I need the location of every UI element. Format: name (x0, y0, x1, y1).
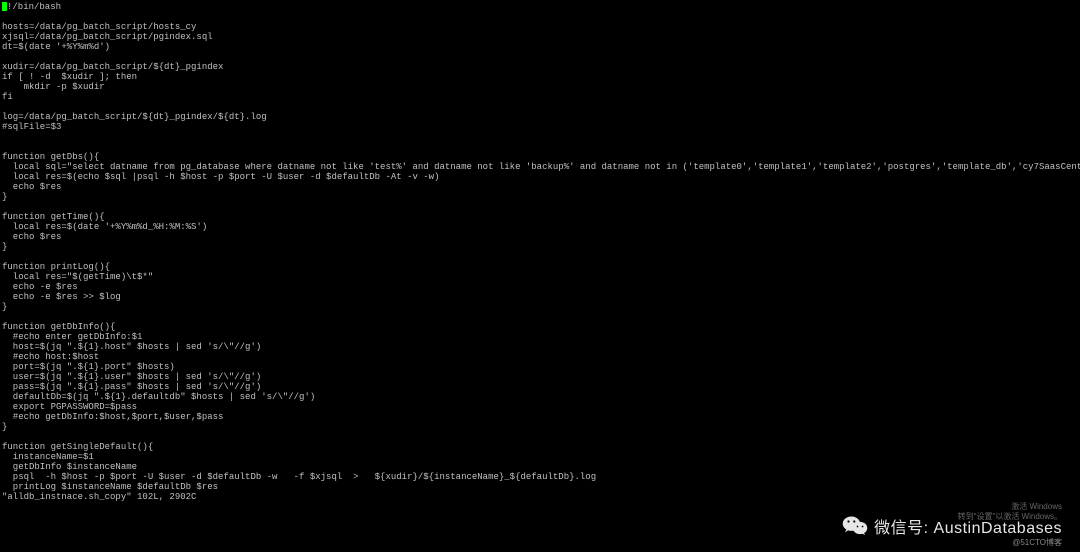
terminal-content: !/bin/bash hosts=/data/pg_batch_script/h… (2, 2, 1080, 502)
watermark-sub: @51CTO博客 (1012, 537, 1062, 548)
wechat-icon (842, 515, 868, 537)
win-activate-title: 激活 Windows (958, 502, 1062, 512)
watermark-label: 微信号: AustinDatabases (874, 514, 1062, 538)
terminal-window[interactable]: !/bin/bash hosts=/data/pg_batch_script/h… (0, 0, 1080, 552)
watermark: 微信号: AustinDatabases (842, 514, 1062, 538)
